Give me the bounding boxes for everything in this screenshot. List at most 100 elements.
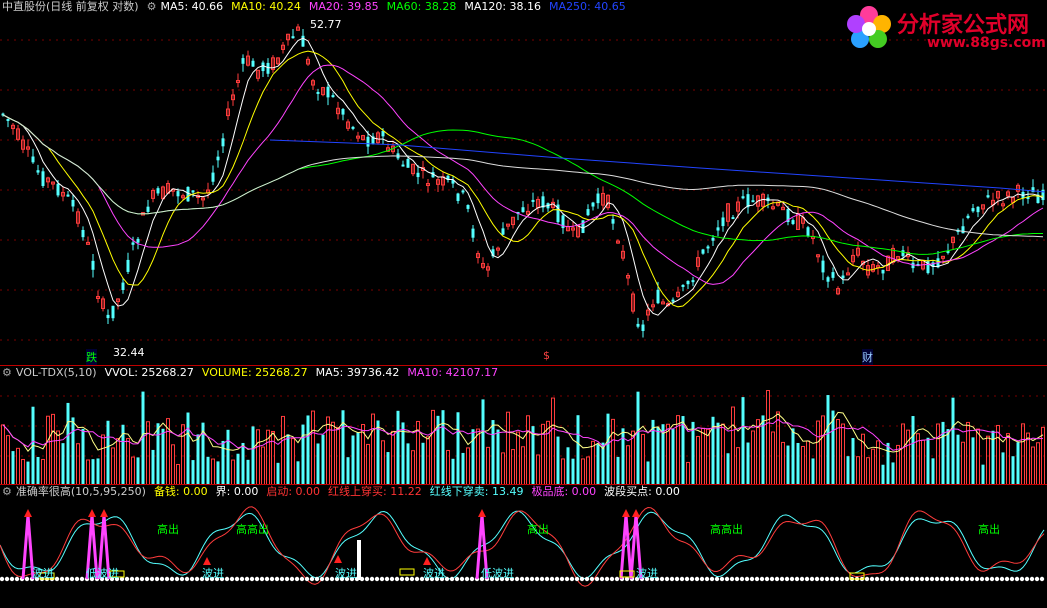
candle bbox=[661, 298, 665, 305]
volume-bar bbox=[691, 421, 695, 485]
event-marker-dollar[interactable]: $ bbox=[543, 349, 550, 362]
volume-bar bbox=[931, 458, 935, 485]
baseline-dot bbox=[389, 576, 395, 582]
baseline-dot bbox=[364, 576, 370, 582]
candle bbox=[811, 230, 815, 245]
candle bbox=[826, 275, 830, 288]
signal-line bbox=[0, 506, 1045, 587]
volume-bar bbox=[71, 417, 75, 485]
volume-bar bbox=[96, 458, 100, 485]
volume-bar bbox=[471, 429, 475, 485]
volume-bar bbox=[351, 435, 355, 485]
volume-bar bbox=[726, 453, 730, 485]
volume-bar bbox=[871, 448, 875, 485]
volume-bar bbox=[996, 424, 1000, 485]
volume-bar bbox=[891, 462, 895, 485]
baseline-dot bbox=[549, 576, 555, 582]
volume-bar bbox=[1021, 423, 1025, 485]
candle bbox=[946, 243, 950, 255]
ma60-line bbox=[2, 114, 1043, 255]
candle bbox=[771, 200, 775, 211]
volume-bar bbox=[586, 456, 590, 485]
baseline-dot bbox=[524, 576, 530, 582]
baseline-dot bbox=[919, 576, 925, 582]
volume-bar bbox=[271, 430, 275, 485]
baseline-dot bbox=[564, 576, 570, 582]
volume-bar bbox=[666, 423, 670, 485]
indicator-chart[interactable] bbox=[0, 485, 1047, 608]
candle bbox=[426, 178, 430, 193]
candle bbox=[741, 189, 745, 200]
event-marker-fall[interactable]: 跌 bbox=[86, 349, 97, 365]
candle bbox=[726, 202, 730, 227]
candle bbox=[161, 185, 165, 200]
baseline-dot bbox=[374, 576, 380, 582]
baseline-dot bbox=[394, 576, 400, 582]
baseline-dot bbox=[874, 576, 880, 582]
candlestick-chart[interactable] bbox=[0, 0, 1047, 366]
candle bbox=[31, 148, 35, 164]
baseline-dot bbox=[319, 576, 325, 582]
volume-bar bbox=[226, 429, 230, 485]
candle bbox=[1041, 183, 1045, 206]
baseline-dot bbox=[254, 576, 260, 582]
baseline-dot bbox=[314, 576, 320, 582]
price-panel[interactable]: 中直股份(日线 前复权 对数) ⚙ MA5: 40.66 MA10: 40.24 MA2… bbox=[0, 0, 1047, 366]
volume-bar bbox=[306, 415, 310, 485]
candle bbox=[146, 199, 150, 214]
baseline-dot bbox=[739, 576, 745, 582]
baseline-dot bbox=[239, 576, 245, 582]
site-logo: 分析家公式网 www.88gs.com bbox=[841, 2, 1046, 54]
volume-chart[interactable] bbox=[0, 366, 1047, 485]
volume-bar bbox=[521, 446, 525, 485]
baseline-dot bbox=[684, 576, 690, 582]
baseline-dot bbox=[1034, 576, 1040, 582]
baseline-dot bbox=[294, 576, 300, 582]
candle bbox=[561, 213, 565, 234]
event-marker-finance[interactable]: 财 bbox=[862, 349, 873, 365]
sell-signal-label: 高高出 bbox=[710, 523, 743, 536]
baseline-dot bbox=[869, 576, 875, 582]
candle bbox=[846, 267, 850, 276]
volume-bar bbox=[556, 436, 560, 485]
volume-bar bbox=[511, 449, 515, 485]
baseline-dot bbox=[794, 576, 800, 582]
baseline-dot bbox=[819, 576, 825, 582]
baseline-dot bbox=[1039, 576, 1045, 582]
baseline-dot bbox=[779, 576, 785, 582]
baseline-dot bbox=[749, 576, 755, 582]
baseline-dot bbox=[689, 576, 695, 582]
candle bbox=[651, 299, 655, 312]
candle bbox=[611, 214, 615, 230]
candle bbox=[631, 291, 635, 314]
baseline-dot bbox=[514, 576, 520, 582]
candle bbox=[601, 186, 605, 211]
indicator-panel[interactable]: ⚙ 准确率很高(10,5,95,250) 备钱: 0.00 界: 0.00 启动: 0.… bbox=[0, 485, 1047, 608]
baseline-dot bbox=[559, 576, 565, 582]
volume-bar bbox=[86, 459, 90, 485]
candle bbox=[26, 139, 30, 157]
baseline-dot bbox=[544, 576, 550, 582]
baseline-dot bbox=[659, 576, 665, 582]
flower-logo-icon bbox=[847, 6, 891, 48]
volume-bar bbox=[706, 428, 710, 485]
baseline-dot bbox=[979, 576, 985, 582]
baseline-dot bbox=[699, 576, 705, 582]
baseline-dot bbox=[304, 576, 310, 582]
baseline-dot bbox=[949, 576, 955, 582]
candle bbox=[796, 206, 800, 231]
high-price-label: 52.77 bbox=[310, 18, 342, 31]
volume-panel[interactable]: ⚙ VOL-TDX(5,10) VVOL: 25268.27 VOLUME: 2526… bbox=[0, 366, 1047, 485]
candle bbox=[456, 192, 460, 204]
baseline-dot bbox=[14, 576, 20, 582]
candle bbox=[126, 252, 130, 275]
ma5-line bbox=[2, 37, 1044, 316]
candle bbox=[636, 317, 640, 329]
volume-bar bbox=[796, 442, 800, 485]
baseline-dot bbox=[259, 576, 265, 582]
baseline-dot bbox=[879, 576, 885, 582]
candle bbox=[681, 284, 685, 292]
candle bbox=[521, 201, 525, 213]
volume-bar bbox=[1036, 442, 1040, 485]
candle bbox=[731, 214, 735, 220]
